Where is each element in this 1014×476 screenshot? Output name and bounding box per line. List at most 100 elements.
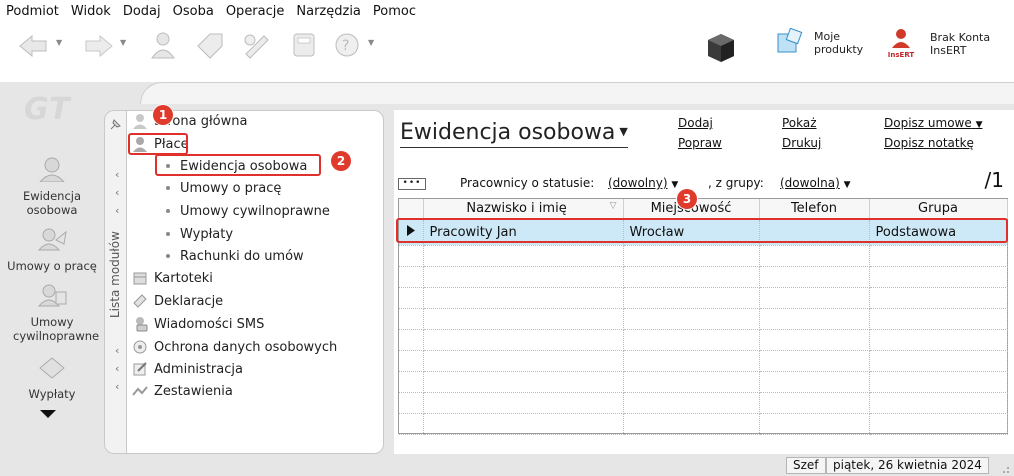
tree-wiadomosci-sms[interactable]: Wiadomości SMS	[132, 314, 264, 334]
sms-icon	[136, 317, 148, 332]
empty-row	[399, 350, 1008, 372]
shield-icon	[133, 340, 147, 354]
ewidencja-icon	[38, 157, 66, 183]
menu-pomoc[interactable]: Pomoc	[373, 4, 416, 19]
forward-dropdown-icon[interactable]: ▼	[120, 38, 126, 47]
menu-podmiot[interactable]: Podmiot	[6, 4, 59, 19]
nav-wyplaty[interactable]: Wypłaty	[0, 354, 104, 401]
menu-osoba[interactable]: Osoba	[173, 4, 214, 19]
resize-grip-icon[interactable]	[998, 462, 1010, 474]
administracja-icon	[133, 362, 147, 376]
status-date: piątek, 26 kwietnia 2024	[826, 457, 989, 474]
more-options-button[interactable]: •••	[398, 178, 426, 190]
status-bar: Szef piątek, 26 kwietnia 2024	[0, 454, 1014, 476]
umowy-icon	[37, 228, 67, 251]
modules-strip-label: Lista modułów	[108, 231, 122, 319]
menu-narzedzia[interactable]: Narzędzia	[296, 4, 361, 19]
grid-header-telefon[interactable]: Telefon	[759, 199, 870, 220]
person-tool-icon[interactable]	[146, 30, 180, 60]
forward-icon[interactable]	[82, 30, 116, 60]
grid-header-nazwisko[interactable]: Nazwisko i imię ▽	[423, 199, 624, 220]
tree-zestawienia-label: Zestawienia	[154, 383, 233, 399]
gt-logo: GT	[24, 92, 71, 127]
empty-row	[399, 329, 1008, 351]
nav-umowy-label: Umowy o pracę	[7, 259, 97, 273]
highlight-ewidencja-osobowa	[155, 154, 321, 176]
group-filter-dropdown[interactable]: (dowolna) ▼	[780, 176, 851, 190]
pin-icon[interactable]	[108, 118, 122, 132]
bullet-icon	[166, 254, 170, 258]
strip-chevron-icon: ‹	[115, 344, 120, 357]
record-count: /1	[984, 168, 1004, 192]
nav-more-icon[interactable]	[40, 410, 56, 418]
tree-wyplaty[interactable]: Wypłaty	[166, 224, 233, 244]
nav-ewidencja-osobowa[interactable]: Ewidencja osobowa	[0, 156, 104, 217]
dopisz-umowe-link[interactable]: Dopisz umowe ▼	[884, 116, 982, 130]
dodaj-link[interactable]: Dodaj	[678, 116, 713, 130]
popraw-link[interactable]: Popraw	[678, 136, 722, 150]
tree-ochrona-danych[interactable]: Ochrona danych osobowych	[132, 337, 337, 357]
insert-account-icon: InsERT	[886, 28, 916, 59]
help-icon[interactable]: ?	[330, 30, 364, 60]
tree-administracja[interactable]: Administracja	[132, 359, 243, 379]
bullet-icon	[166, 232, 170, 236]
nav-wyplaty-label: Wypłaty	[28, 387, 76, 401]
svg-text:?: ?	[342, 38, 349, 54]
pokaz-link[interactable]: Pokaż	[782, 116, 817, 130]
annotation-badge-1: 1	[153, 105, 173, 125]
chevron-down-icon: ▼	[975, 120, 983, 130]
strip-chevron-icon: ‹	[115, 380, 120, 393]
group-filter-label: , z grupy:	[708, 176, 764, 190]
kartoteki-icon	[133, 272, 147, 285]
tree-deklaracje[interactable]: Deklaracje	[132, 291, 223, 311]
bullet-icon	[166, 186, 170, 190]
empty-row	[399, 245, 1008, 267]
menu-bar: Podmiot Widok Dodaj Osoba Operacje Narzę…	[0, 0, 1014, 22]
cube-icon[interactable]	[706, 32, 736, 64]
chevron-down-icon: ▼	[843, 180, 851, 190]
help-dropdown-icon[interactable]: ▼	[368, 38, 374, 47]
tree-rachunki-do-umow[interactable]: Rachunki do umów	[166, 246, 304, 266]
back-icon[interactable]	[16, 30, 50, 60]
menu-widok[interactable]: Widok	[71, 4, 111, 19]
tools-icon[interactable]	[240, 30, 274, 60]
moje-produkty-button[interactable]: Moje produkty	[776, 28, 863, 58]
tree-umowy-o-prace[interactable]: Umowy o pracę	[166, 178, 281, 198]
page-title[interactable]: Ewidencja osobowa ▼	[400, 120, 628, 148]
nav-umowy-cywilnoprawne[interactable]: Umowy cywilnoprawne	[0, 282, 104, 343]
zestawienia-icon	[132, 386, 148, 396]
tree-wyplaty-label: Wypłaty	[180, 226, 234, 242]
status-filter-dropdown[interactable]: (dowolny) ▼	[608, 176, 678, 190]
account-label-2: InsERT	[930, 43, 967, 57]
tree-strona-glowna[interactable]: Strona główna	[132, 111, 247, 131]
empty-row	[399, 287, 1008, 309]
tree-sms-label: Wiadomości SMS	[154, 316, 265, 332]
back-dropdown-icon[interactable]: ▼	[56, 38, 62, 47]
account-button[interactable]: InsERT Brak Konta InsERT	[886, 28, 990, 59]
calculator-icon[interactable]	[286, 30, 320, 60]
tree-umowy-label: Umowy o pracę	[180, 180, 282, 196]
tag-icon[interactable]	[192, 30, 226, 60]
grid-header-grupa[interactable]: Grupa	[869, 199, 1008, 220]
nav-umowy-o-prace[interactable]: Umowy o pracę	[0, 226, 104, 273]
menu-operacje[interactable]: Operacje	[226, 4, 285, 19]
strip-chevron-icon: ‹	[115, 168, 120, 181]
wyplaty-icon	[39, 357, 65, 379]
menu-dodaj[interactable]: Dodaj	[123, 4, 161, 19]
tree-umowy-cywilnoprawne[interactable]: Umowy cywilnoprawne	[166, 201, 330, 221]
tree-kartoteki[interactable]: Kartoteki	[132, 268, 213, 288]
dopisz-notatke-link[interactable]: Dopisz notatkę	[884, 136, 974, 150]
dopisz-umowe-label: Dopisz umowe	[884, 116, 972, 130]
annotation-badge-2: 2	[331, 151, 351, 171]
tree-rachunki-label: Rachunki do umów	[180, 248, 304, 264]
status-user: Szef	[786, 457, 826, 474]
tree-zestawienia[interactable]: Zestawienia	[132, 381, 233, 401]
empty-row	[399, 266, 1008, 288]
account-label-1: Brak Konta	[930, 30, 991, 44]
status-filter-label: Pracownicy o statusie:	[460, 176, 595, 190]
grid-header-indicator	[399, 199, 424, 220]
chevron-down-icon: ▼	[671, 180, 679, 190]
deklaracje-icon	[133, 294, 147, 308]
drukuj-link[interactable]: Drukuj	[782, 136, 821, 150]
page-title-text: Ewidencja osobowa	[400, 120, 616, 145]
